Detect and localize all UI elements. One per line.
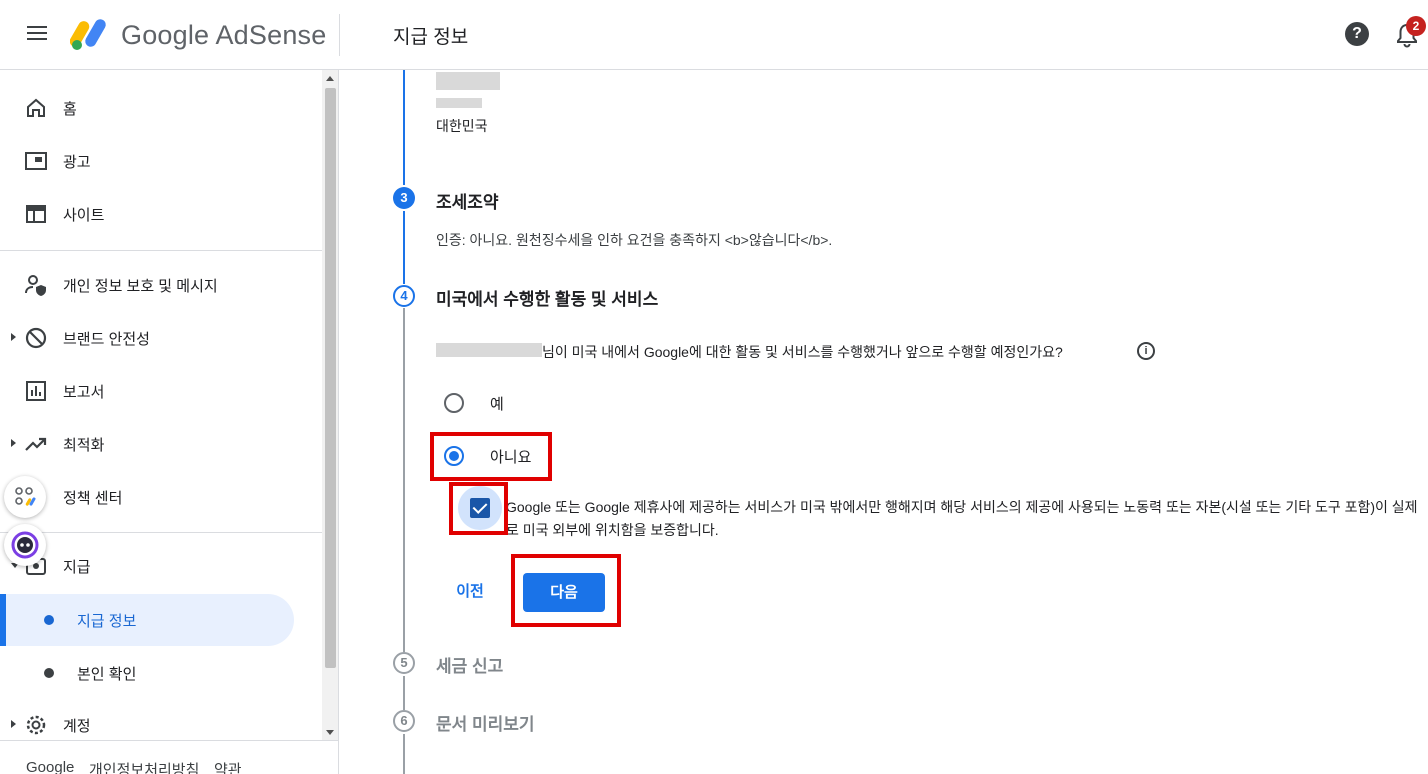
sidebar-item-label: 지급 [63, 559, 91, 576]
sidebar-scrollbar-thumb[interactable] [325, 88, 336, 668]
radio-label-no: 아니요 [490, 449, 532, 466]
sidebar-item-label: 홈 [63, 101, 77, 118]
sidebar-subitem-identity-verification[interactable]: 본인 확인 [0, 647, 294, 699]
step-summary-tax-treaty: 인증: 아니요. 원천징수세을 인하 요건을 충족하지 <b>않습니다</b>. [436, 232, 833, 248]
step-number-4: 4 [393, 285, 415, 307]
expand-caret-icon [11, 439, 16, 447]
sidebar-item-privacy-messaging[interactable]: 개인 정보 보호 및 메시지 [0, 261, 322, 309]
sidebar-item-ads[interactable]: 광고 [0, 137, 322, 185]
scroll-down-arrow-icon[interactable] [326, 730, 334, 735]
sidebar-subitem-payment-info[interactable]: 지급 정보 [0, 594, 294, 646]
person-shield-icon [25, 275, 46, 296]
sidebar-divider [0, 532, 322, 533]
stepper-connector [403, 734, 405, 774]
step-title-document-preview: 문서 미리보기 [436, 715, 535, 734]
brand-name: Google AdSense [121, 20, 327, 50]
help-icon[interactable]: ? [1345, 22, 1369, 46]
bar-chart-icon [26, 381, 46, 401]
step-title-tax-filing: 세금 신고 [436, 657, 504, 676]
sidebar-item-policy-center[interactable]: 정책 센터 [0, 473, 322, 521]
scroll-up-arrow-icon[interactable] [326, 76, 334, 81]
stepper-connector [403, 211, 405, 284]
redacted-payee-name [436, 343, 542, 357]
radio-option-yes[interactable]: 예 [436, 383, 556, 423]
sidebar-item-label: 광고 [63, 154, 91, 171]
footer-google-link[interactable]: Google [26, 759, 74, 774]
adsense-logo [70, 19, 106, 50]
expand-caret-icon [11, 720, 16, 728]
previous-button[interactable]: 이전 [446, 576, 494, 608]
certification-checkbox[interactable] [458, 486, 502, 530]
address-country: 대한민국 [436, 118, 488, 134]
bullet-dot [44, 615, 54, 625]
stepper-connector [403, 308, 405, 652]
sidebar-item-label: 개인 정보 보호 및 메시지 [63, 278, 218, 295]
gear-icon [26, 715, 46, 735]
step-number-5: 5 [393, 652, 415, 674]
checkbox-checked-icon [470, 498, 490, 518]
assistant-widget-button[interactable] [4, 524, 46, 566]
apps-grid-icon [15, 487, 36, 506]
bullet-dot [44, 668, 54, 678]
radio-option-no[interactable]: 아니요 [436, 436, 556, 476]
us-activities-question: 님이 미국 내에서 Google에 대한 활동 및 서비스를 수행했거나 앞으로… [542, 344, 1063, 360]
sidebar-item-payments[interactable]: 지급 [0, 542, 322, 590]
header-divider [339, 14, 340, 56]
sidebar-item-brand-safety[interactable]: 브랜드 안전성 [0, 314, 322, 362]
sidebar: 홈 광고 사이트 개인 정보 보호 및 메시지 브랜드 안전성 보고서 최적화 … [0, 70, 339, 774]
radio-button[interactable] [444, 393, 464, 413]
next-button[interactable]: 다음 [523, 573, 605, 612]
certification-text: Google 또는 Google 제휴사에 제공하는 서비스가 미국 밖에서만 … [506, 499, 1418, 538]
sidebar-item-label: 보고서 [63, 384, 105, 401]
expand-caret-icon [11, 333, 16, 341]
top-app-bar: Google AdSense 지급 정보 ? 2 [0, 0, 1428, 70]
ads-icon [25, 152, 47, 170]
sidebar-subitem-label: 지급 정보 [77, 613, 137, 630]
sidebar-item-label: 사이트 [63, 207, 105, 224]
radio-button-selected[interactable] [444, 446, 464, 466]
info-icon[interactable]: i [1137, 342, 1155, 360]
trending-up-icon [25, 437, 47, 451]
apps-widget-button[interactable] [4, 476, 46, 518]
stepper-connector [403, 70, 405, 185]
step-title-us-activities: 미국에서 수행한 활동 및 서비스 [436, 290, 659, 309]
sidebar-item-sites[interactable]: 사이트 [0, 190, 322, 238]
redacted-address-line [436, 98, 482, 108]
sidebar-subitem-label: 본인 확인 [77, 666, 137, 683]
sidebar-item-reports[interactable]: 보고서 [0, 367, 322, 415]
footer-terms-link[interactable]: 약관 [214, 759, 242, 774]
sidebar-footer: Google 개인정보처리방침 약관 [0, 740, 338, 774]
sidebar-item-label: 최적화 [63, 437, 105, 454]
redacted-address-line [436, 72, 500, 90]
step-title-tax-treaty: 조세조약 [436, 193, 499, 212]
notification-count-badge: 2 [1406, 16, 1426, 36]
sidebar-item-label: 정책 센터 [63, 490, 123, 507]
home-icon [27, 98, 45, 117]
footer-privacy-link[interactable]: 개인정보처리방침 [89, 759, 199, 774]
page-title: 지급 정보 [393, 27, 469, 48]
radio-label-yes: 예 [490, 396, 504, 413]
step-number-6: 6 [393, 710, 415, 732]
sidebar-item-label: 계정 [63, 718, 91, 735]
sidebar-item-label: 브랜드 안전성 [63, 331, 150, 348]
main-content: 대한민국 3 조세조약 인증: 아니요. 원천징수세을 인하 요건을 충족하지 … [340, 70, 1428, 774]
step-number-3: 3 [393, 187, 415, 209]
assistant-face-icon [11, 531, 39, 559]
sidebar-item-optimization[interactable]: 최적화 [0, 420, 322, 468]
menu-icon[interactable] [22, 22, 52, 48]
sidebar-divider [0, 250, 322, 251]
sidebar-item-home[interactable]: 홈 [0, 84, 322, 132]
stepper-connector [403, 676, 405, 710]
block-icon [25, 327, 47, 349]
sites-icon [26, 205, 46, 223]
